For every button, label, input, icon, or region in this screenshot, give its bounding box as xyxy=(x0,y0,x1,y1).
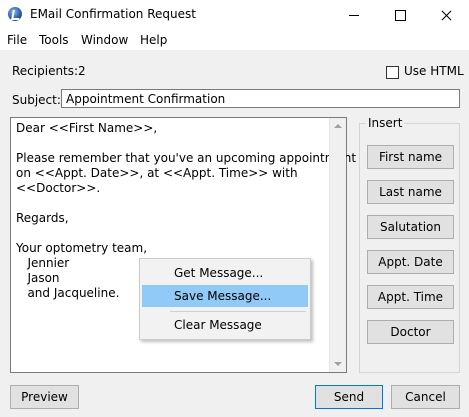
insert-appt-time-button[interactable]: Appt. Time xyxy=(367,285,454,309)
context-menu-get-message[interactable]: Get Message... xyxy=(142,262,308,284)
use-html-checkbox[interactable] xyxy=(386,66,399,79)
subject-input[interactable]: Appointment Confirmation xyxy=(61,89,460,108)
body-scrollbar[interactable] xyxy=(329,118,346,372)
insert-first-name-button[interactable]: First name xyxy=(367,145,454,169)
recipients-label: Recipients: xyxy=(12,64,79,78)
menu-window[interactable]: Window xyxy=(81,33,128,47)
cancel-button[interactable]: Cancel xyxy=(391,385,460,409)
maximize-icon[interactable] xyxy=(377,0,423,30)
menu-file[interactable]: File xyxy=(7,33,27,47)
minimize-icon[interactable] xyxy=(331,0,377,30)
recipients-count: 2 xyxy=(78,64,86,78)
insert-last-name-button[interactable]: Last name xyxy=(367,180,454,204)
scroll-down-icon[interactable] xyxy=(330,356,346,372)
send-button[interactable]: Send xyxy=(315,385,383,409)
insert-group-label: Insert xyxy=(366,116,405,130)
title-bar: EMail Confirmation Request xyxy=(0,0,469,30)
context-menu-separator xyxy=(170,311,306,312)
use-html-label[interactable]: Use HTML xyxy=(404,64,464,78)
subject-label: Subject: xyxy=(12,93,61,107)
menu-tools[interactable]: Tools xyxy=(39,33,69,47)
insert-doctor-button[interactable]: Doctor xyxy=(367,320,454,344)
scroll-up-icon[interactable] xyxy=(330,118,346,134)
close-icon[interactable] xyxy=(423,0,469,30)
menu-bar: File Tools Window Help xyxy=(0,30,469,50)
context-menu: Get Message... Save Message... Clear Mes… xyxy=(139,258,311,340)
context-menu-clear-message[interactable]: Clear Message xyxy=(142,314,308,336)
preview-button[interactable]: Preview xyxy=(10,385,79,409)
app-logo-icon xyxy=(8,7,22,21)
window-title: EMail Confirmation Request xyxy=(30,7,196,21)
email-confirmation-window: EMail Confirmation Request File Tools Wi… xyxy=(0,0,469,417)
context-menu-save-message[interactable]: Save Message... xyxy=(142,285,308,307)
insert-salutation-button[interactable]: Salutation xyxy=(367,215,454,239)
insert-appt-date-button[interactable]: Appt. Date xyxy=(367,250,454,274)
menu-help[interactable]: Help xyxy=(140,33,167,47)
